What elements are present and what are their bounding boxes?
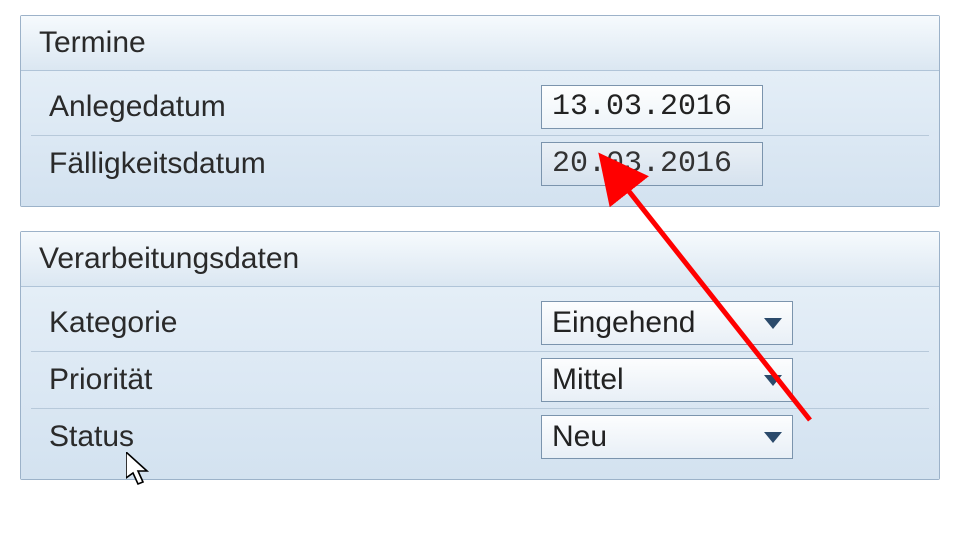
row-prioritaet: Priorität Mittel [31,352,929,409]
dropdown-prioritaet-value: Mittel [552,363,624,397]
group-verarbeitungsdaten: Verarbeitungsdaten Kategorie Eingehend P… [20,231,940,480]
input-faelligkeitsdatum[interactable] [541,142,763,186]
row-status: Status Neu [31,409,929,465]
dropdown-status[interactable]: Neu [541,415,793,459]
row-anlegedatum: Anlegedatum [31,79,929,136]
group-termine: Termine Anlegedatum Fälligkeitsdatum [20,15,940,207]
label-faelligkeitsdatum: Fälligkeitsdatum [31,141,541,187]
chevron-down-icon [764,318,782,329]
chevron-down-icon [764,375,782,386]
dropdown-status-value: Neu [552,420,607,454]
group-header-termine: Termine [21,16,939,71]
input-anlegedatum[interactable] [541,85,763,129]
dropdown-kategorie-value: Eingehend [552,306,695,340]
dropdown-prioritaet[interactable]: Mittel [541,358,793,402]
label-prioritaet: Priorität [31,357,541,403]
group-body-termine: Anlegedatum Fälligkeitsdatum [21,71,939,206]
label-kategorie: Kategorie [31,300,541,346]
chevron-down-icon [764,432,782,443]
row-faelligkeitsdatum: Fälligkeitsdatum [31,136,929,192]
dropdown-kategorie[interactable]: Eingehend [541,301,793,345]
group-header-verarbeitungsdaten: Verarbeitungsdaten [21,232,939,287]
row-kategorie: Kategorie Eingehend [31,295,929,352]
label-anlegedatum: Anlegedatum [31,84,541,130]
label-status: Status [31,414,541,460]
group-body-verarbeitungsdaten: Kategorie Eingehend Priorität Mittel [21,287,939,479]
